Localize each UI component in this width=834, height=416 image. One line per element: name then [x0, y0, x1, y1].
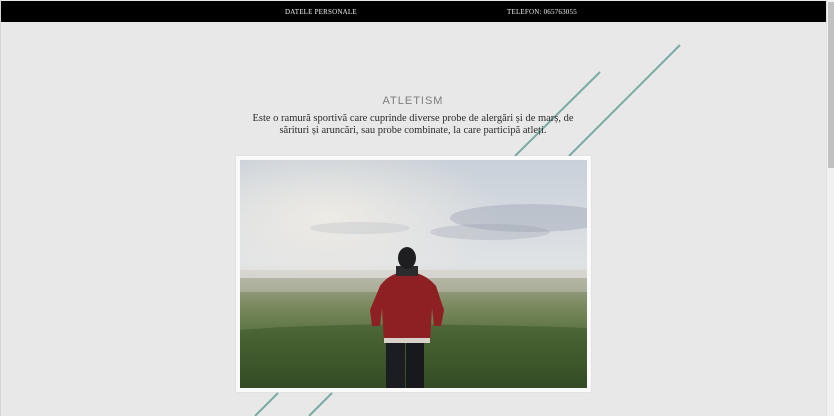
left-edge-line [0, 0, 1, 416]
section-description: Este o ramură sportivă care cuprinde div… [252, 113, 574, 136]
page: DATELE PERSONALE TELEFON: 065763055 ATLE… [0, 0, 834, 416]
nav-link-personal-data[interactable]: DATELE PERSONALE [285, 8, 357, 16]
photo-frame [236, 156, 591, 392]
section-title: ATLETISM [382, 95, 444, 107]
scrollbar-thumb[interactable] [828, 2, 834, 168]
diagonal-line-4 [308, 392, 333, 416]
diagonal-line-3 [254, 392, 279, 416]
nav-link-phone[interactable]: TELEFON: 065763055 [507, 8, 577, 16]
top-navigation-bar: DATELE PERSONALE TELEFON: 065763055 [1, 1, 826, 22]
vertical-scrollbar[interactable] [826, 0, 834, 416]
athlete-photo [240, 160, 587, 388]
